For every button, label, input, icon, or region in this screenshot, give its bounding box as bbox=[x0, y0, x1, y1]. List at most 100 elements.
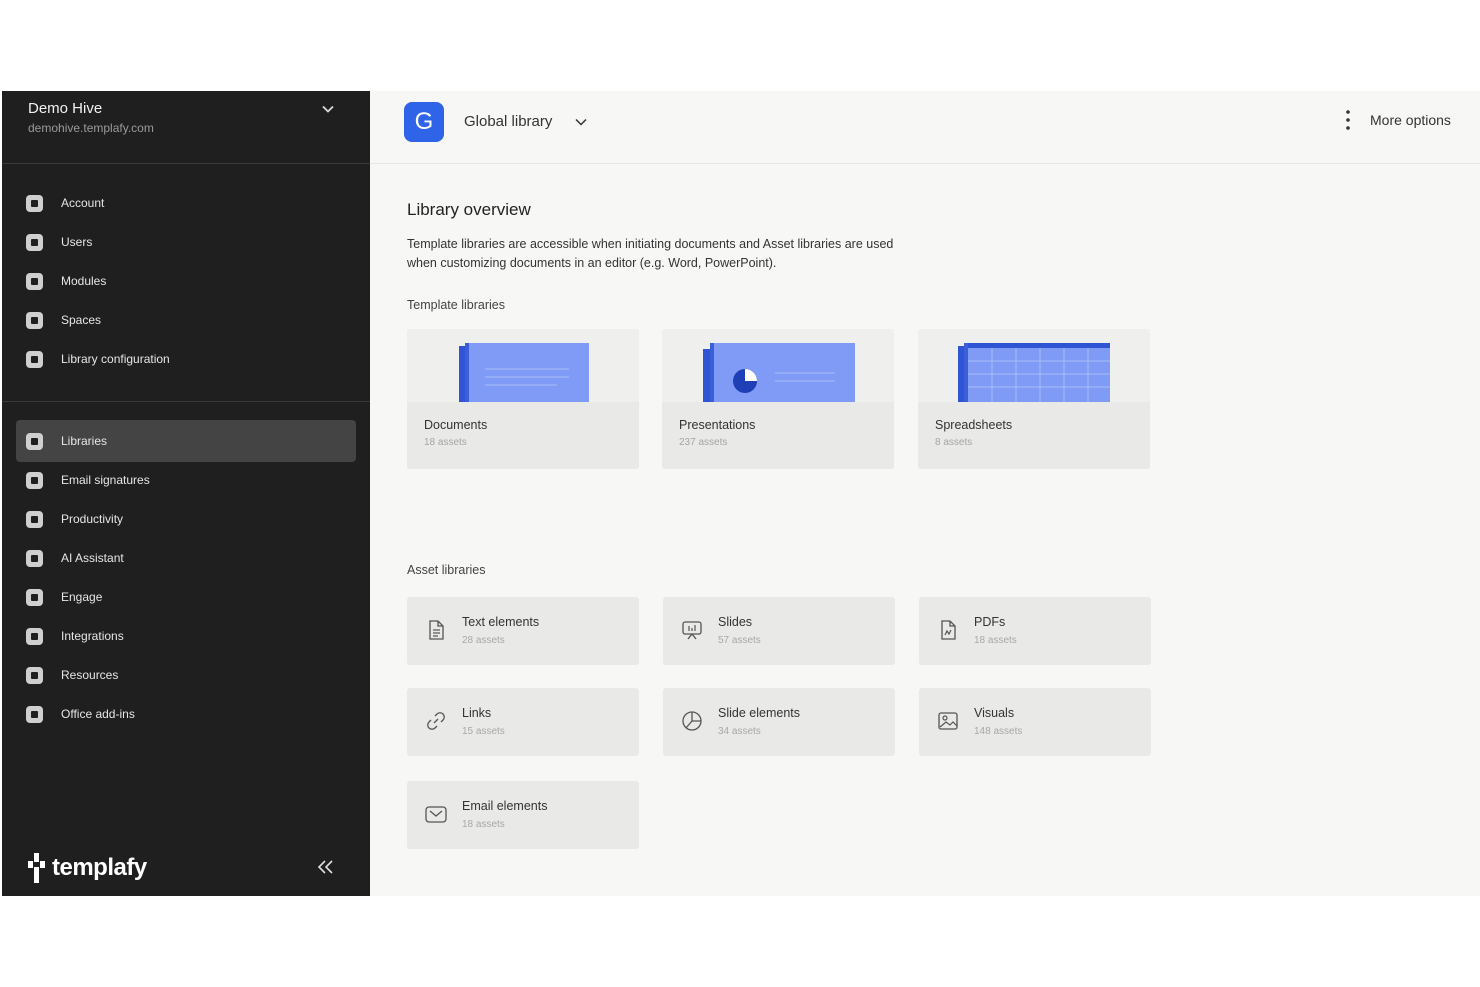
slides-icon bbox=[682, 621, 702, 640]
ai-sparkle-icon bbox=[26, 549, 43, 567]
card-title: Slide elements bbox=[718, 706, 800, 720]
sidebar-item-modules[interactable]: Modules bbox=[16, 264, 356, 298]
nav-group-main: Libraries Email signatures Productivity … bbox=[16, 420, 356, 736]
card-count: 8 assets bbox=[935, 437, 973, 448]
card-title: Documents bbox=[424, 418, 488, 432]
text-document-icon bbox=[429, 620, 444, 640]
sidebar-item-library-configuration[interactable]: Library configuration bbox=[16, 342, 356, 376]
card-title: Visuals bbox=[974, 706, 1015, 720]
sidebar-divider bbox=[2, 401, 370, 402]
sidebar-item-label: Integrations bbox=[61, 629, 124, 643]
card-count: 34 assets bbox=[718, 726, 761, 737]
card-title: Email elements bbox=[462, 799, 548, 813]
more-options-button[interactable]: More options bbox=[1370, 112, 1451, 128]
card-count: 15 assets bbox=[462, 726, 505, 737]
card-count: 18 assets bbox=[974, 635, 1017, 646]
asset-card-visuals[interactable]: Visuals 148 assets bbox=[919, 688, 1151, 756]
sidebar-item-label: Spaces bbox=[61, 313, 102, 327]
sidebar-item-label: Office add-ins bbox=[61, 707, 135, 721]
card-title: PDFs bbox=[974, 615, 1006, 629]
page-title: Library overview bbox=[407, 200, 531, 219]
integrations-icon bbox=[26, 627, 43, 645]
productivity-icon bbox=[26, 510, 43, 528]
sidebar-item-account[interactable]: Account bbox=[16, 186, 356, 220]
sidebar-item-office-addins[interactable]: Office add-ins bbox=[16, 697, 356, 731]
workspace-switcher[interactable]: Demo Hive demohive.templafy.com bbox=[2, 91, 370, 164]
engage-icon bbox=[26, 588, 43, 606]
asset-card-pdfs[interactable]: PDFs 18 assets bbox=[919, 597, 1151, 665]
sidebar-item-libraries[interactable]: Libraries bbox=[16, 420, 356, 462]
template-card-spreadsheets[interactable]: Spreadsheets 8 assets bbox=[918, 329, 1150, 469]
asset-card-slides[interactable]: Slides 57 assets bbox=[663, 597, 895, 665]
office-addins-icon bbox=[26, 705, 43, 723]
more-vertical-icon[interactable] bbox=[1344, 109, 1352, 131]
users-icon bbox=[26, 233, 43, 251]
asset-card-slide-elements[interactable]: Slide elements 34 assets bbox=[663, 688, 895, 756]
pdf-icon bbox=[941, 620, 956, 640]
spreadsheet-illustration-icon bbox=[958, 343, 1110, 402]
libraries-icon bbox=[26, 432, 43, 450]
asset-card-text-elements[interactable]: Text elements 28 assets bbox=[407, 597, 639, 665]
workspace-url: demohive.templafy.com bbox=[28, 121, 154, 135]
brand-logo: templafy bbox=[28, 853, 147, 883]
card-count: 18 assets bbox=[462, 819, 505, 830]
document-illustration-icon bbox=[459, 343, 589, 402]
sidebar-item-engage[interactable]: Engage bbox=[16, 580, 356, 614]
link-icon bbox=[427, 712, 445, 730]
presentation-illustration-icon bbox=[703, 343, 855, 402]
sidebar-item-label: Engage bbox=[61, 590, 103, 604]
card-count: 18 assets bbox=[424, 437, 467, 448]
sidebar-item-integrations[interactable]: Integrations bbox=[16, 619, 356, 653]
templafy-logo-icon bbox=[28, 853, 45, 883]
settings-icon bbox=[26, 350, 43, 368]
sidebar-item-spaces[interactable]: Spaces bbox=[16, 303, 356, 337]
library-selector[interactable]: Global library bbox=[464, 113, 552, 130]
sidebar-item-label: Library configuration bbox=[61, 352, 170, 366]
sidebar-item-ai-assistant[interactable]: AI Assistant bbox=[16, 541, 356, 575]
chevron-down-icon[interactable] bbox=[320, 101, 336, 117]
card-count: 148 assets bbox=[974, 726, 1023, 737]
sidebar-item-label: Resources bbox=[61, 668, 119, 682]
sidebar-item-email-signatures[interactable]: Email signatures bbox=[16, 463, 356, 497]
sidebar-item-productivity[interactable]: Productivity bbox=[16, 502, 356, 536]
library-badge: G bbox=[404, 102, 444, 142]
sidebar-item-label: Productivity bbox=[61, 512, 124, 526]
library-header: G Global library More options bbox=[370, 91, 1480, 164]
sidebar: Demo Hive demohive.templafy.com Account … bbox=[2, 91, 370, 896]
sidebar-item-label: Libraries bbox=[61, 434, 108, 448]
sidebar-item-resources[interactable]: Resources bbox=[16, 658, 356, 692]
card-count: 57 assets bbox=[718, 635, 761, 646]
app-window: Demo Hive demohive.templafy.com Account … bbox=[2, 91, 1480, 896]
card-title: Spreadsheets bbox=[935, 418, 1013, 432]
chevron-down-icon[interactable] bbox=[574, 115, 588, 129]
card-title: Links bbox=[462, 706, 492, 720]
account-icon bbox=[26, 194, 43, 212]
asset-card-links[interactable]: Links 15 assets bbox=[407, 688, 639, 756]
email-signature-icon bbox=[26, 471, 43, 489]
card-title: Presentations bbox=[679, 418, 756, 432]
sidebar-item-label: Modules bbox=[61, 274, 107, 288]
template-libraries-label: Template libraries bbox=[407, 298, 505, 312]
sidebar-item-label: Users bbox=[61, 235, 93, 249]
card-title: Text elements bbox=[462, 615, 540, 629]
card-title: Slides bbox=[718, 615, 753, 629]
sidebar-item-label: Email signatures bbox=[61, 473, 150, 487]
modules-icon bbox=[26, 272, 43, 290]
asset-libraries-label: Asset libraries bbox=[407, 563, 486, 577]
collapse-sidebar-icon[interactable] bbox=[316, 859, 336, 875]
pie-chart-icon bbox=[682, 711, 702, 731]
resources-icon bbox=[26, 666, 43, 684]
main-content: G Global library More options Library ov… bbox=[370, 91, 1480, 896]
template-card-documents[interactable]: Documents 18 assets bbox=[407, 329, 639, 469]
workspace-name: Demo Hive bbox=[28, 100, 103, 117]
page-description: Template libraries are accessible when i… bbox=[407, 237, 894, 270]
envelope-icon bbox=[425, 806, 447, 823]
card-count: 237 assets bbox=[679, 437, 728, 448]
card-count: 28 assets bbox=[462, 635, 505, 646]
sidebar-item-label: Account bbox=[61, 196, 105, 210]
image-icon bbox=[938, 712, 958, 730]
asset-card-email-elements[interactable]: Email elements 18 assets bbox=[407, 781, 639, 849]
brand-name: templafy bbox=[52, 854, 147, 881]
sidebar-item-users[interactable]: Users bbox=[16, 225, 356, 259]
template-card-presentations[interactable]: Presentations 237 assets bbox=[662, 329, 894, 469]
